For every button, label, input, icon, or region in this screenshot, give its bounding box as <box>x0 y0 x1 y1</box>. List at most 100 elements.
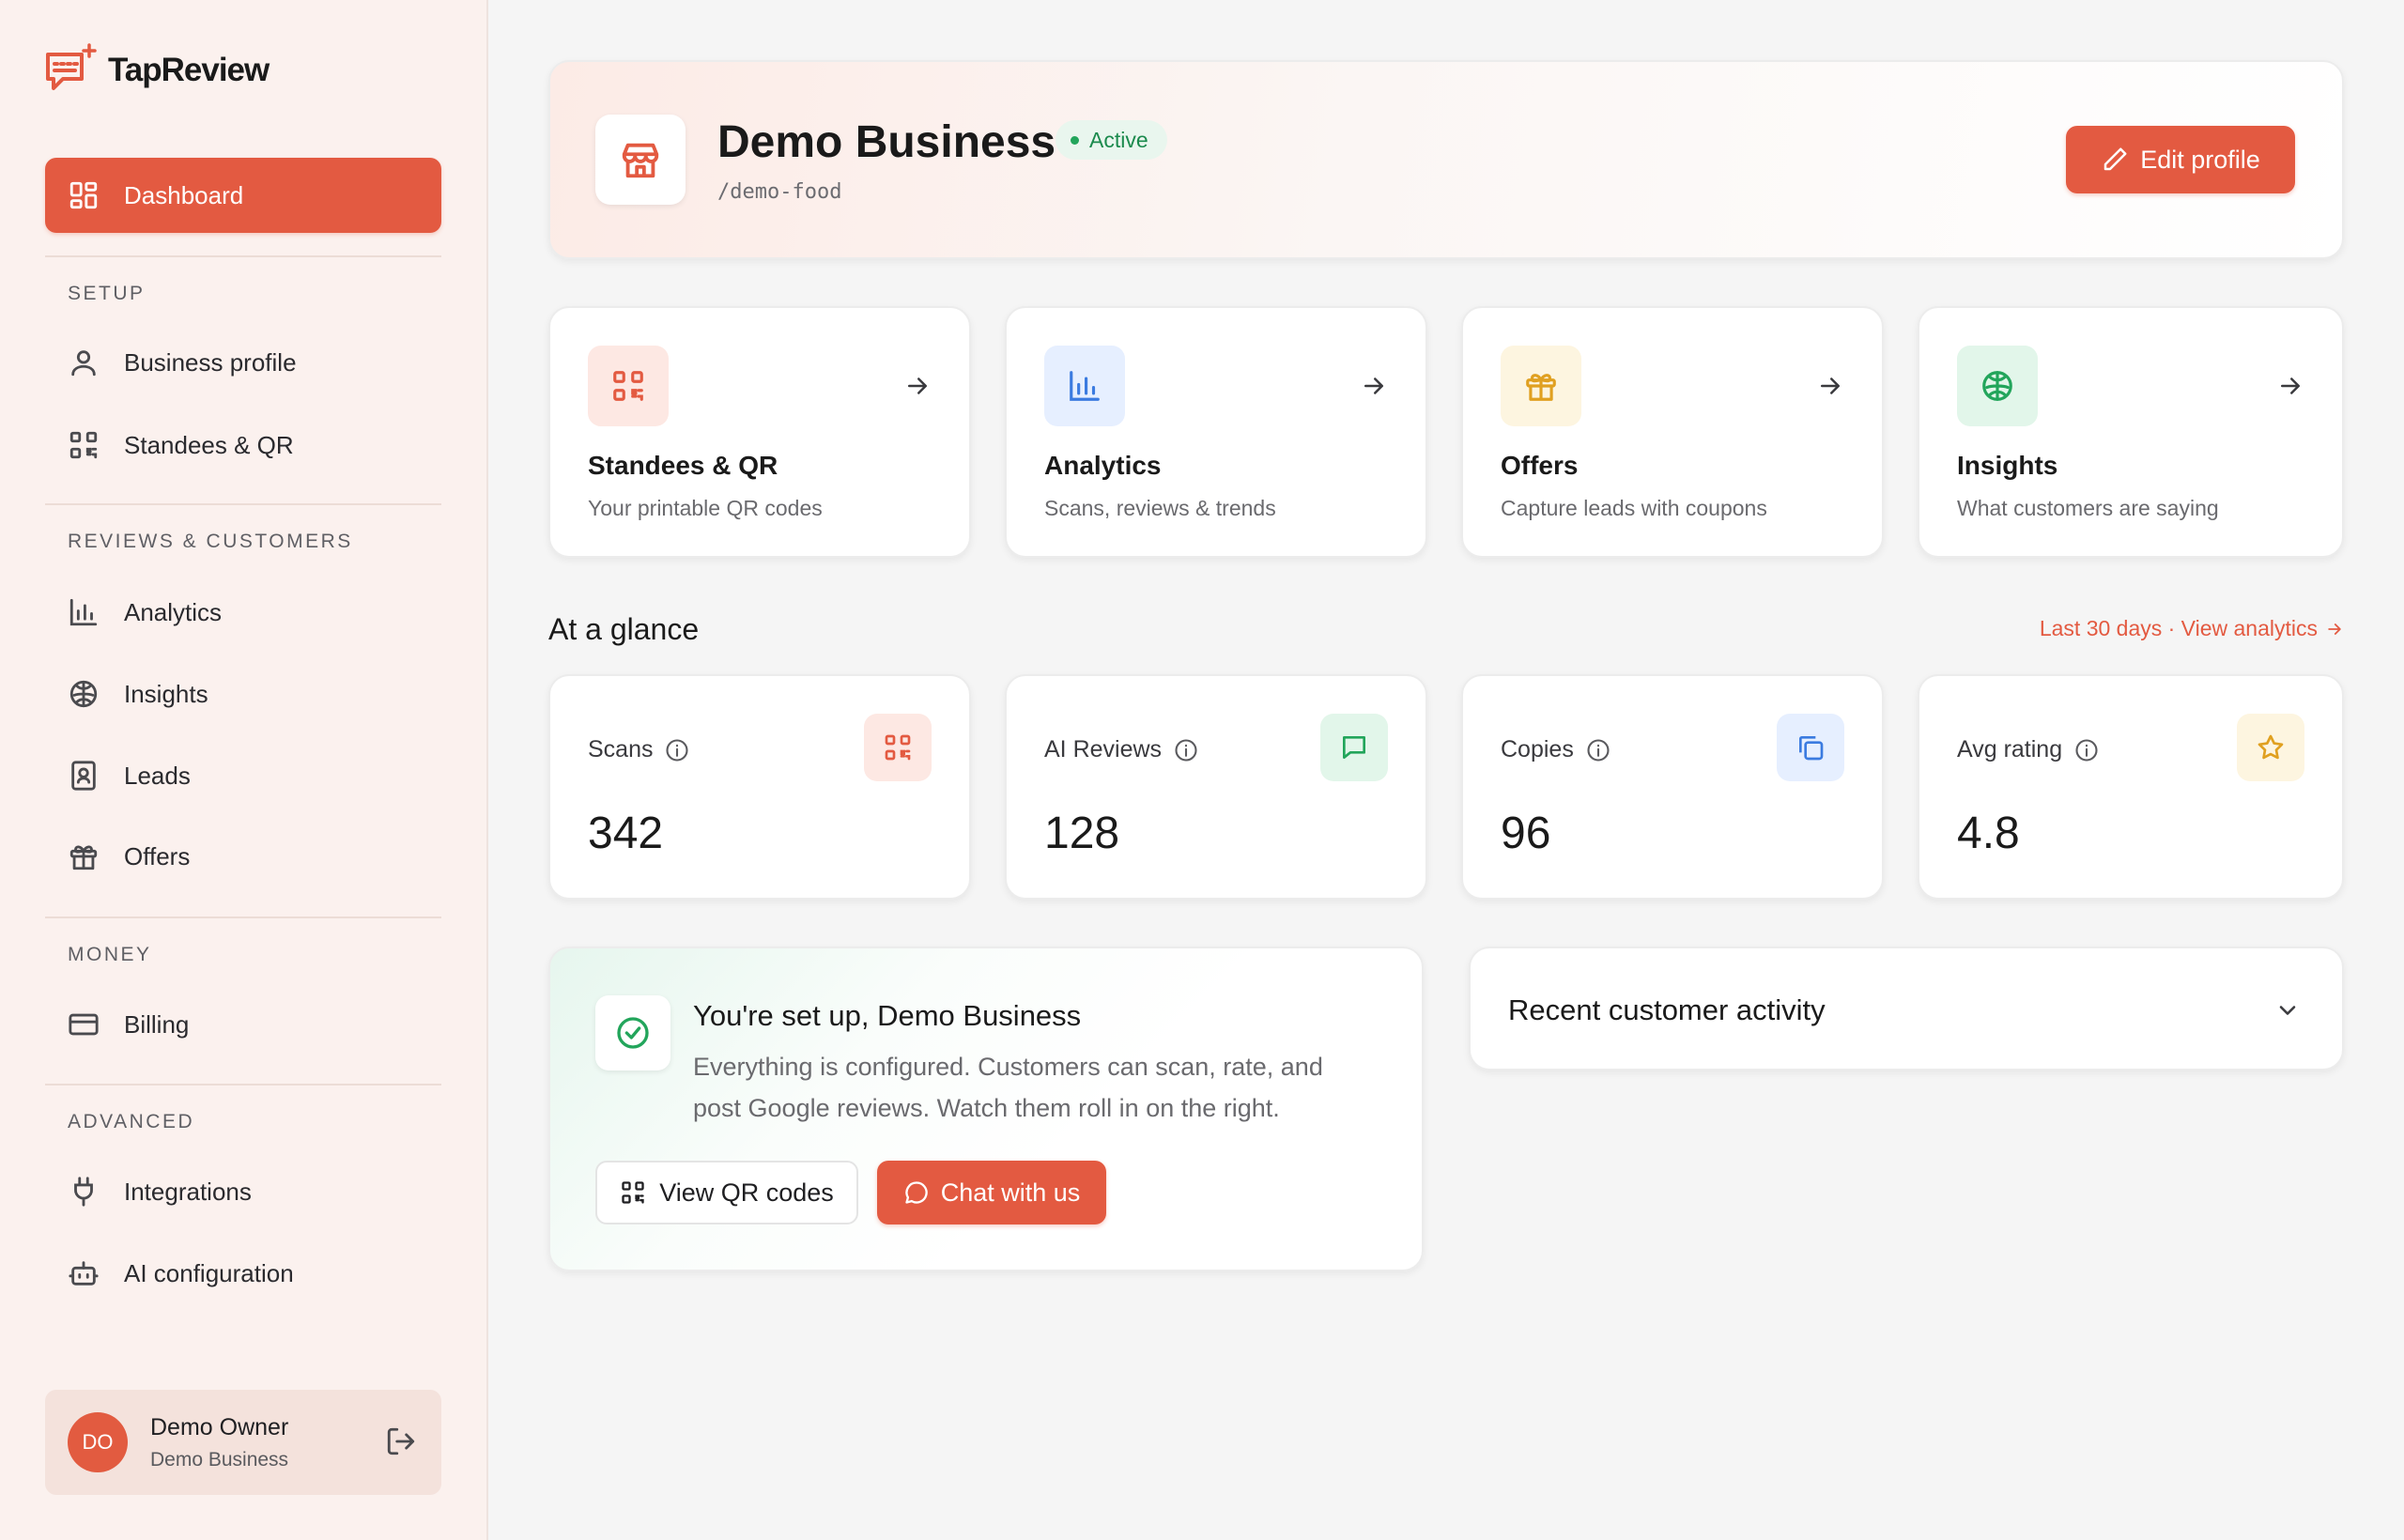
sidebar-item-label: Standees & QR <box>124 430 294 459</box>
stat-card-scans: Scans 342 <box>548 674 971 900</box>
contact-card-icon <box>71 761 96 791</box>
stat-label-text: AI Reviews <box>1044 736 1163 762</box>
info-icon[interactable] <box>2073 737 2100 763</box>
sidebar-item-standees-qr[interactable]: Standees & QR <box>45 408 441 483</box>
recent-activity-panel[interactable]: Recent customer activity <box>1469 947 2344 1070</box>
user-business: Demo Business <box>150 1448 289 1471</box>
feature-card-insights[interactable]: Insights What customers are saying <box>1918 306 2344 558</box>
view-analytics-link[interactable]: Last 30 days · View analytics <box>2040 616 2344 641</box>
section-label-setup: SETUP <box>68 283 146 304</box>
pencil-icon <box>2104 147 2127 171</box>
view-qr-codes-label: View QR codes <box>659 1178 834 1207</box>
divider <box>45 255 441 257</box>
message-icon <box>1320 714 1388 781</box>
sidebar-item-label: Leads <box>124 761 191 790</box>
feature-card-standees-qr[interactable]: Standees & QR Your printable QR codes <box>548 306 971 558</box>
plug-icon <box>74 1177 93 1207</box>
chat-bubble-icon <box>905 1181 928 1204</box>
sidebar-item-label: Business profile <box>124 347 297 377</box>
stat-label-text: Copies <box>1501 736 1574 762</box>
arrow-right-icon <box>908 377 927 394</box>
view-analytics-label: Last 30 days · View analytics <box>2039 616 2318 640</box>
user-card[interactable]: DO Demo Owner Demo Business <box>45 1390 441 1495</box>
qr-icon <box>864 714 932 781</box>
stat-value: 342 <box>588 808 664 858</box>
page-title: Demo Business <box>717 117 1056 167</box>
sidebar-item-leads[interactable]: Leads <box>45 738 441 813</box>
check-circle-icon <box>595 995 670 1070</box>
user-name: Demo Owner <box>150 1413 289 1440</box>
chat-bubble-icon <box>46 43 97 90</box>
divider <box>45 916 441 918</box>
sidebar-item-dashboard[interactable]: Dashboard <box>45 158 441 233</box>
stat-value: 4.8 <box>1957 808 2020 858</box>
stat-label-text: Scans <box>588 736 654 762</box>
stat-label: Copies <box>1501 736 1611 763</box>
sidebar-item-label: AI configuration <box>124 1258 294 1287</box>
qr-icon <box>69 431 98 459</box>
brand-name: TapReview <box>108 52 270 88</box>
qr-icon <box>588 346 669 426</box>
status-badge: Active <box>1056 120 1167 160</box>
sidebar-item-ai-configuration[interactable]: AI configuration <box>45 1236 441 1311</box>
arrow-right-icon <box>2328 623 2341 635</box>
star-icon <box>2237 714 2304 781</box>
sidebar-item-label: Dashboard <box>124 180 244 209</box>
feature-subtitle: Capture leads with coupons <box>1501 496 1767 520</box>
sidebar-item-integrations[interactable]: Integrations <box>45 1154 441 1229</box>
logout-icon[interactable] <box>385 1425 417 1457</box>
stat-label: Avg rating <box>1957 736 2100 763</box>
edit-profile-button[interactable]: Edit profile <box>2066 126 2295 193</box>
sidebar-item-insights[interactable]: Insights <box>45 656 441 732</box>
sidebar-item-label: Offers <box>124 841 191 870</box>
recent-activity-title: Recent customer activity <box>1508 993 1826 1026</box>
setup-title: You're set up, Demo Business <box>693 999 1082 1032</box>
gift-icon <box>69 845 98 870</box>
chat-with-us-button[interactable]: Chat with us <box>877 1161 1106 1224</box>
sidebar-item-label: Analytics <box>124 597 223 626</box>
feature-subtitle: What customers are saying <box>1957 496 2219 520</box>
sidebar-item-analytics[interactable]: Analytics <box>45 575 441 650</box>
business-slug: /demo-food <box>717 180 842 204</box>
info-icon[interactable] <box>1585 737 1611 763</box>
brain-icon <box>69 680 98 708</box>
sidebar-item-label: Billing <box>124 1009 190 1039</box>
sidebar-item-billing[interactable]: Billing <box>45 987 441 1062</box>
info-icon[interactable] <box>664 737 690 763</box>
view-qr-codes-button[interactable]: View QR codes <box>595 1161 858 1224</box>
feature-title: Insights <box>1957 451 2058 480</box>
feature-subtitle: Your printable QR codes <box>588 496 823 520</box>
section-title-at-a-glance: At a glance <box>548 612 700 646</box>
feature-title: Standees & QR <box>588 451 778 480</box>
stat-card-copies: Copies 96 <box>1461 674 1884 900</box>
sidebar: TapReview Dashboard SETUP Business profi… <box>0 0 488 1540</box>
stat-card-avg-rating: Avg rating 4.8 <box>1918 674 2344 900</box>
section-label-money: MONEY <box>68 944 152 965</box>
stat-value: 128 <box>1044 808 1120 858</box>
feature-card-offers[interactable]: Offers Capture leads with coupons <box>1461 306 1884 558</box>
brain-icon <box>1957 346 2038 426</box>
credit-card-icon <box>69 1013 99 1036</box>
feature-subtitle: Scans, reviews & trends <box>1044 496 1276 520</box>
store-icon <box>595 115 686 205</box>
sidebar-item-business-profile[interactable]: Business profile <box>45 325 441 400</box>
bar-chart-icon <box>69 598 98 626</box>
sidebar-item-offers[interactable]: Offers <box>45 819 441 894</box>
section-label-reviews: REVIEWS & CUSTOMERS <box>68 531 353 552</box>
setup-description: Everything is configured. Customers can … <box>693 1053 1323 1122</box>
arrow-right-icon <box>2281 377 2300 394</box>
chevron-down-icon[interactable] <box>2274 997 2301 1024</box>
feature-title: Offers <box>1501 451 1579 480</box>
arrow-right-icon <box>1364 377 1383 394</box>
user-icon <box>71 350 96 377</box>
brand-logo[interactable]: TapReview <box>44 43 270 98</box>
gift-icon <box>1501 346 1581 426</box>
chat-with-us-label: Chat with us <box>940 1178 1081 1207</box>
stat-value: 96 <box>1501 808 1551 858</box>
copy-icon <box>1777 714 1844 781</box>
stat-label: Scans <box>588 736 690 763</box>
info-icon[interactable] <box>1173 737 1199 763</box>
robot-icon <box>69 1261 99 1286</box>
setup-complete-card: You're set up, Demo Business Everything … <box>548 947 1424 1271</box>
feature-card-analytics[interactable]: Analytics Scans, reviews & trends <box>1005 306 1427 558</box>
